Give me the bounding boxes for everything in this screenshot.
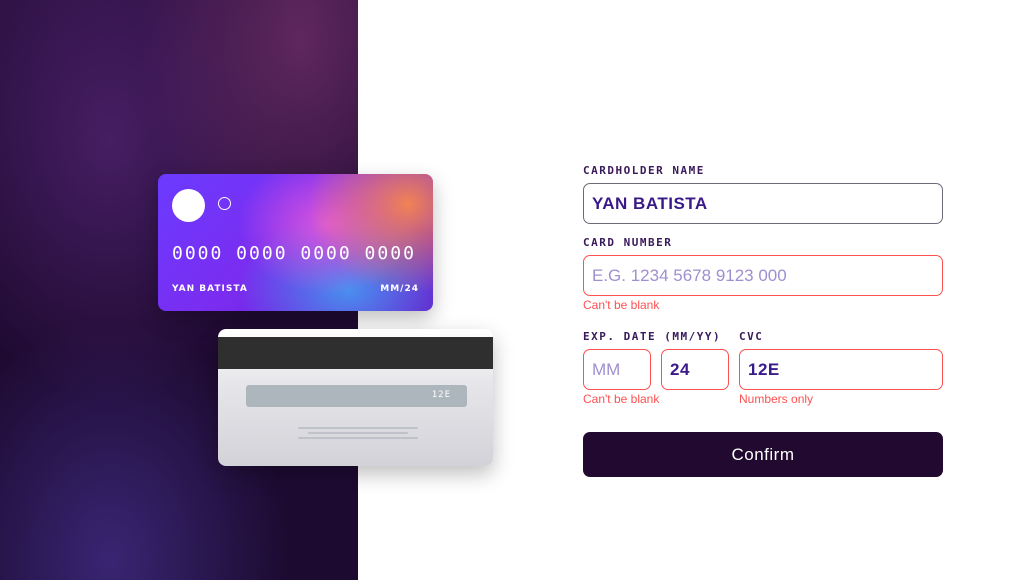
cardholder-name-label: CARDHOLDER NAME — [583, 164, 705, 177]
exp-date-error: Can't be blank — [583, 392, 660, 406]
card-number-input[interactable]: E.G. 1234 5678 9123 000 — [583, 255, 943, 296]
exp-month-placeholder: MM — [592, 359, 621, 379]
cvc-error: Numbers only — [739, 392, 814, 406]
card-cvc-display: 12E — [431, 390, 451, 400]
exp-date-label: EXP. DATE (MM/YY) — [583, 330, 722, 343]
signature-strip: 12E — [246, 385, 467, 407]
exp-year-value: 24 — [670, 359, 690, 379]
cvc-value: 12E — [748, 359, 780, 379]
cardholder-name-input[interactable]: YAN BATISTA — [583, 183, 943, 224]
card-details-form: CARDHOLDER NAME YAN BATISTA CARD NUMBER … — [583, 164, 943, 406]
card-number-label: CARD NUMBER — [583, 236, 673, 249]
cardholder-name-value: YAN BATISTA — [592, 193, 708, 213]
card-number-placeholder: E.G. 1234 5678 9123 000 — [592, 265, 787, 285]
exp-year-input[interactable]: 24 — [661, 349, 729, 390]
card-back-preview: 12E — [218, 329, 493, 466]
card-number-error: Can't be blank — [583, 298, 660, 312]
cvc-label: CVC — [739, 330, 764, 343]
card-expiry-display: MM/24 — [380, 284, 419, 294]
card-front-preview: 0000 0000 0000 0000 YAN BATISTA MM/24 — [158, 174, 433, 311]
card-logo-ring-icon — [218, 197, 231, 210]
card-number-display: 0000 0000 0000 0000 — [172, 243, 416, 264]
card-logo-circle-icon — [172, 189, 205, 222]
exp-month-input[interactable]: MM — [583, 349, 651, 390]
card-holder-display: YAN BATISTA — [172, 284, 248, 294]
confirm-button[interactable]: Confirm — [583, 432, 943, 477]
magnetic-stripe — [218, 337, 493, 369]
fine-print-lines — [298, 427, 418, 443]
cvc-input[interactable]: 12E — [739, 349, 943, 390]
